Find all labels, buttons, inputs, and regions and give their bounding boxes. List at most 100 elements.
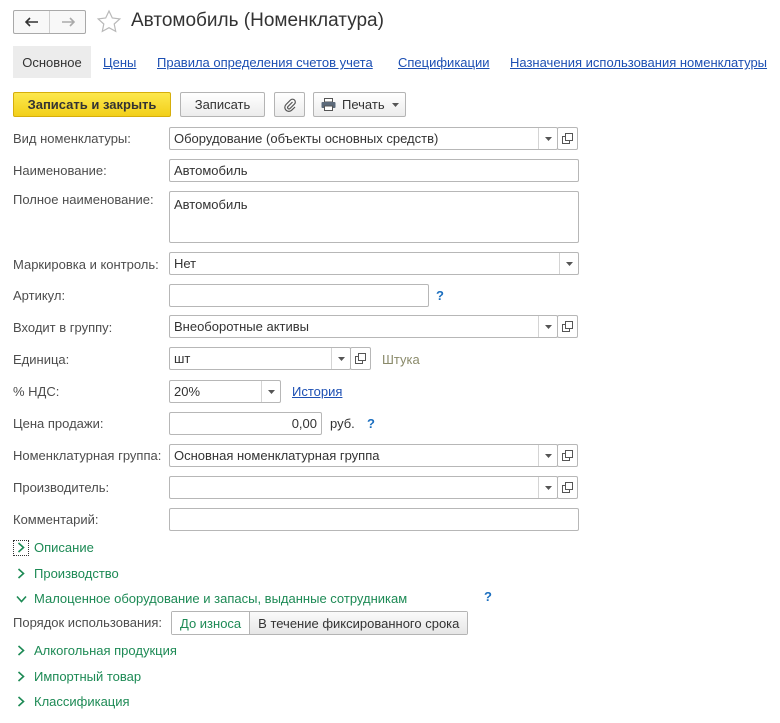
manufacturer-field[interactable] [169,476,558,499]
unit-open-button[interactable] [350,347,371,370]
chevron-right-icon [14,695,28,709]
nom-group-dropdown-button[interactable] [538,445,557,466]
nom-group-value: Основная номенклатурная группа [174,448,380,463]
group-dropdown-button[interactable] [538,316,557,337]
print-menu-button[interactable]: Печать [313,92,406,117]
back-button[interactable] [14,11,49,33]
attach-button[interactable] [274,92,305,117]
vat-dropdown-button[interactable] [261,381,280,402]
unit-field[interactable]: шт [169,347,351,370]
nom-group-field[interactable]: Основная номенклатурная группа [169,444,558,467]
article-label: Артикул: [13,288,66,303]
chevron-down-icon [544,453,552,458]
usage-order-toggle: До износа В течение фиксированного срока [171,611,469,635]
open-window-icon [562,450,573,461]
group-classification-title: Классификация [34,694,130,709]
chevron-down-icon [391,102,399,107]
manufacturer-open-button[interactable] [557,476,578,499]
marking-value: Нет [174,256,197,271]
tab-account-rules[interactable]: Правила определения счетов учета [157,55,373,70]
group-production[interactable]: Производство [14,566,119,581]
open-window-icon [562,133,573,144]
back-arrow-icon [24,17,38,27]
kind-label: Вид номенклатуры: [13,131,131,146]
history-navigation [13,10,86,34]
chevron-down-icon [565,261,573,266]
price-input[interactable]: 0,00 [169,412,322,435]
tab-main[interactable]: Основное [13,46,91,78]
article-input[interactable] [169,284,429,307]
window-title: Автомобиль (Номенклатура) [131,10,384,31]
group-description-title: Описание [34,540,94,555]
group-import[interactable]: Импортный товар [14,669,141,684]
low-value-help-icon[interactable]: ? [484,589,492,604]
group-alcohol-title: Алкогольная продукция [34,643,177,658]
unit-value: шт [174,351,191,366]
price-value: 0,00 [291,416,317,431]
group-field[interactable]: Внеоборотные активы [169,315,558,338]
tab-usage-purposes[interactable]: Назначения использования номенклатуры [510,55,767,70]
tab-prices[interactable]: Цены [103,55,136,70]
usage-option-fixed-term[interactable]: В течение фиксированного срока [250,612,468,634]
comment-label: Комментарий: [13,512,99,527]
name-input[interactable]: Автомобиль [169,159,579,182]
group-alcohol[interactable]: Алкогольная продукция [14,643,177,658]
full-name-label: Полное наименование: [13,192,154,207]
paperclip-icon [283,98,296,112]
chevron-right-icon [14,670,28,684]
save-button[interactable]: Записать [180,92,265,117]
vat-select[interactable]: 20% [169,380,281,403]
marking-dropdown-button[interactable] [559,253,578,274]
printer-icon [321,98,336,111]
group-description[interactable]: Описание [13,539,94,556]
group-classification[interactable]: Классификация [14,694,130,709]
full-name-textarea[interactable]: Автомобиль [169,191,579,243]
chevron-down-icon [544,136,552,141]
group-open-button[interactable] [557,315,578,338]
save-and-close-button[interactable]: Записать и закрыть [13,92,171,117]
full-name-value: Автомобиль [174,197,248,212]
chevron-down-icon [337,356,345,361]
forward-button[interactable] [49,11,85,33]
article-help-icon[interactable]: ? [436,288,444,303]
group-import-title: Импортный товар [34,669,142,684]
group-label: Входит в группу: [13,320,113,335]
price-help-icon[interactable]: ? [367,416,375,431]
comment-input[interactable] [169,508,579,531]
price-label: Цена продажи: [13,416,104,431]
chevron-right-icon [14,644,28,658]
nom-group-open-button[interactable] [557,444,578,467]
chevron-down-icon [544,324,552,329]
unit-label: Единица: [13,352,70,367]
vat-history-link[interactable]: История [292,384,342,399]
usage-order-label: Порядок использования: [13,615,163,630]
print-label: Печать [342,97,385,112]
marking-select[interactable]: Нет [169,252,579,275]
price-currency: руб. [330,416,355,431]
chevron-down-icon [14,592,28,606]
group-value: Внеоборотные активы [174,319,310,334]
nom-group-label: Номенклатурная группа: [13,448,162,463]
open-window-icon [355,353,366,364]
open-window-icon [562,482,573,493]
unit-full-name: Штука [382,352,420,367]
star-icon [96,9,122,33]
kind-dropdown-button[interactable] [538,128,557,149]
chevron-right-icon [13,539,29,556]
kind-open-button[interactable] [557,127,578,150]
favorite-button[interactable] [96,9,122,38]
unit-dropdown-button[interactable] [331,348,350,369]
manufacturer-label: Производитель: [13,480,110,495]
kind-field[interactable]: Оборудование (объекты основных средств) [169,127,558,150]
group-low-value[interactable]: Малоценное оборудование и запасы, выданн… [14,591,407,606]
manufacturer-dropdown-button[interactable] [538,477,557,498]
chevron-down-icon [544,485,552,490]
chevron-right-icon [14,567,28,581]
name-value: Автомобиль [174,163,248,178]
tab-specifications[interactable]: Спецификации [398,55,490,70]
forward-arrow-icon [61,17,75,27]
group-production-title: Производство [34,566,119,581]
usage-option-until-worn[interactable]: До износа [172,612,251,634]
vat-label: % НДС: [13,384,60,399]
name-label: Наименование: [13,163,107,178]
